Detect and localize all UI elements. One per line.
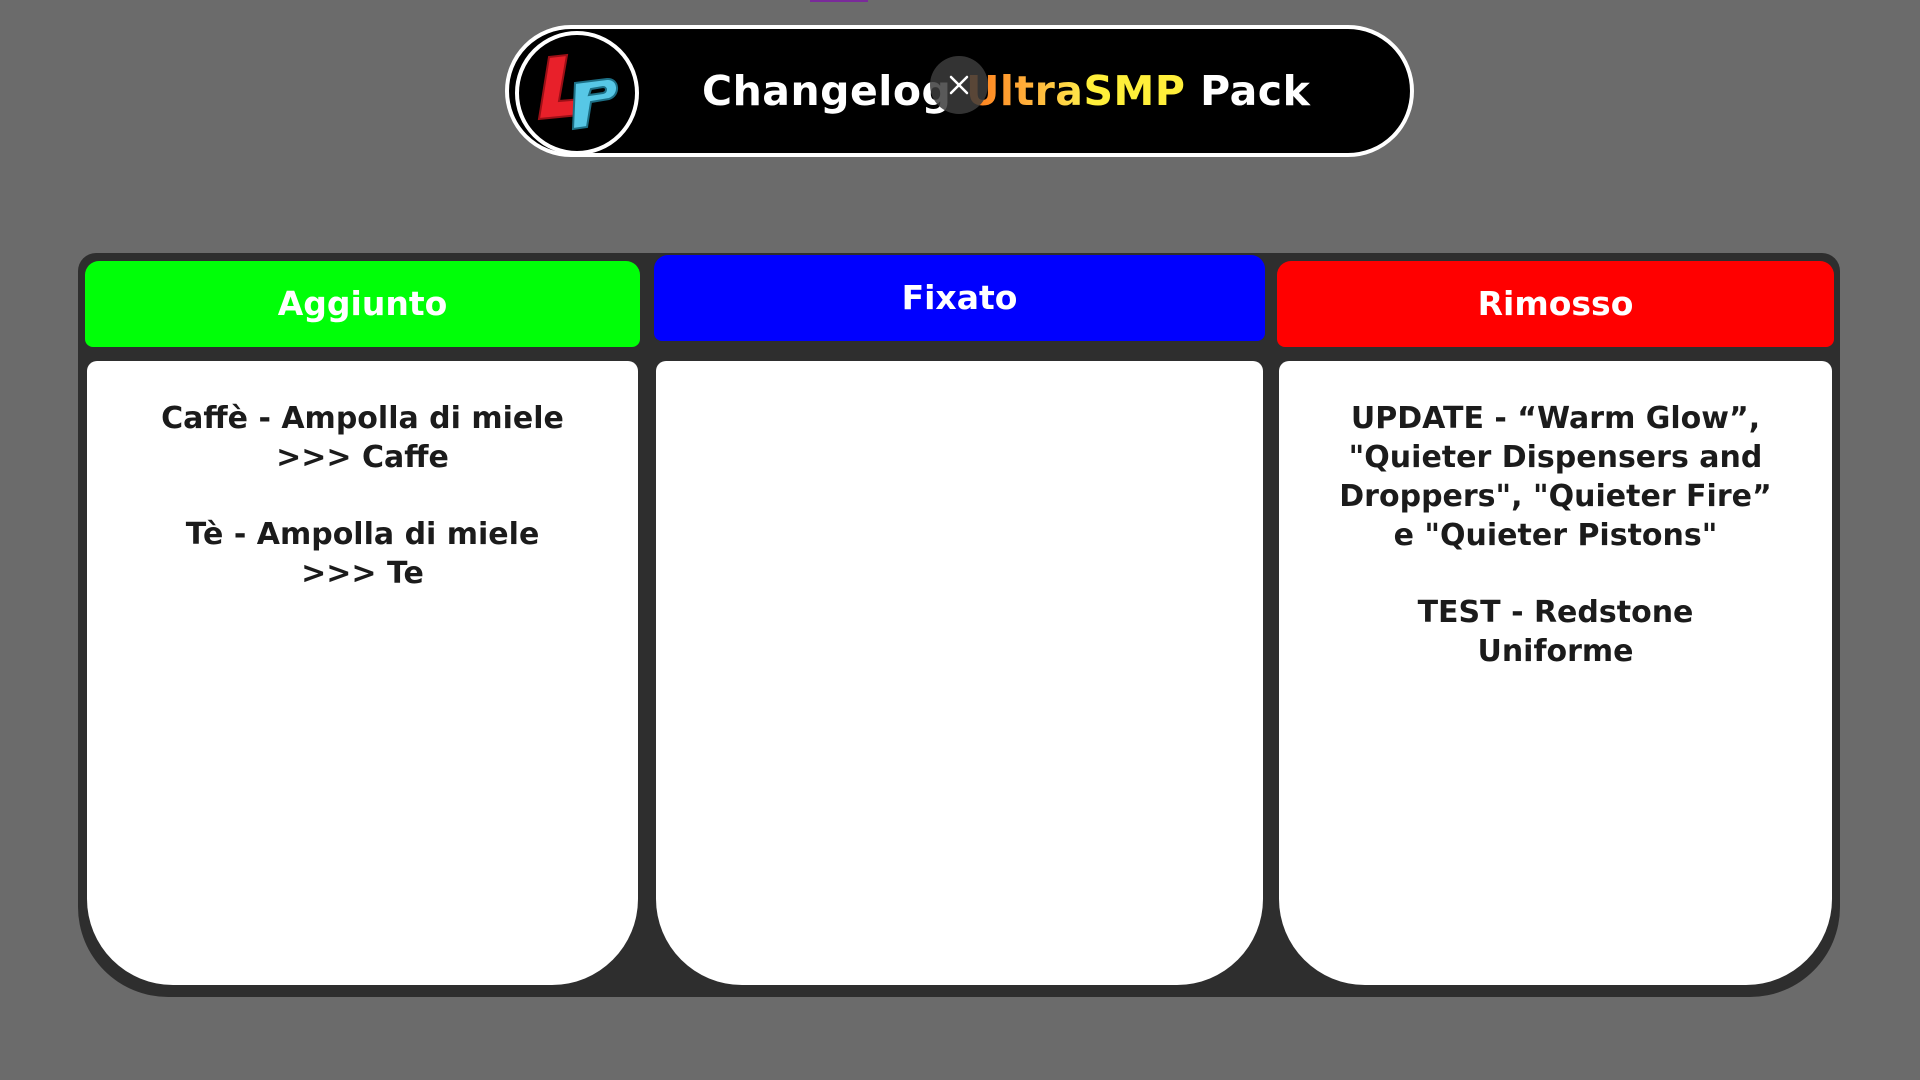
close-button[interactable] — [930, 56, 988, 114]
column-body-fixato — [656, 361, 1263, 985]
changelog-entry: UPDATE - “Warm Glow”, "Quieter Dispenser… — [1339, 401, 1772, 553]
column-header-aggiunto: Aggiunto — [85, 261, 640, 347]
title-smp: SMP — [1083, 67, 1186, 115]
title-prefix: Changelog — [702, 67, 967, 115]
changelog-board: Aggiunto Caffè - Ampolla di miele >>> Ca… — [78, 253, 1840, 997]
column-header-rimosso: Rimosso — [1277, 261, 1834, 347]
changelog-entry: TEST - Redstone Uniforme — [1417, 595, 1694, 669]
top-accent-bar — [810, 0, 868, 2]
column-header-fixato: Fixato — [654, 255, 1265, 341]
changelog-entry: Tè - Ampolla di miele >>> Te — [185, 517, 540, 591]
close-icon — [949, 75, 969, 95]
title-suffix: Pack — [1185, 67, 1311, 115]
changelog-entry: Caffè - Ampolla di miele >>> Caffe — [161, 401, 564, 475]
column-body-aggiunto: Caffè - Ampolla di miele >>> Caffe Tè - … — [87, 361, 638, 985]
page-title: Changelog UltraSMP Pack — [702, 29, 1310, 153]
column-body-rimosso: UPDATE - “Warm Glow”, "Quieter Dispenser… — [1279, 361, 1832, 985]
lp-logo-icon — [515, 31, 639, 155]
